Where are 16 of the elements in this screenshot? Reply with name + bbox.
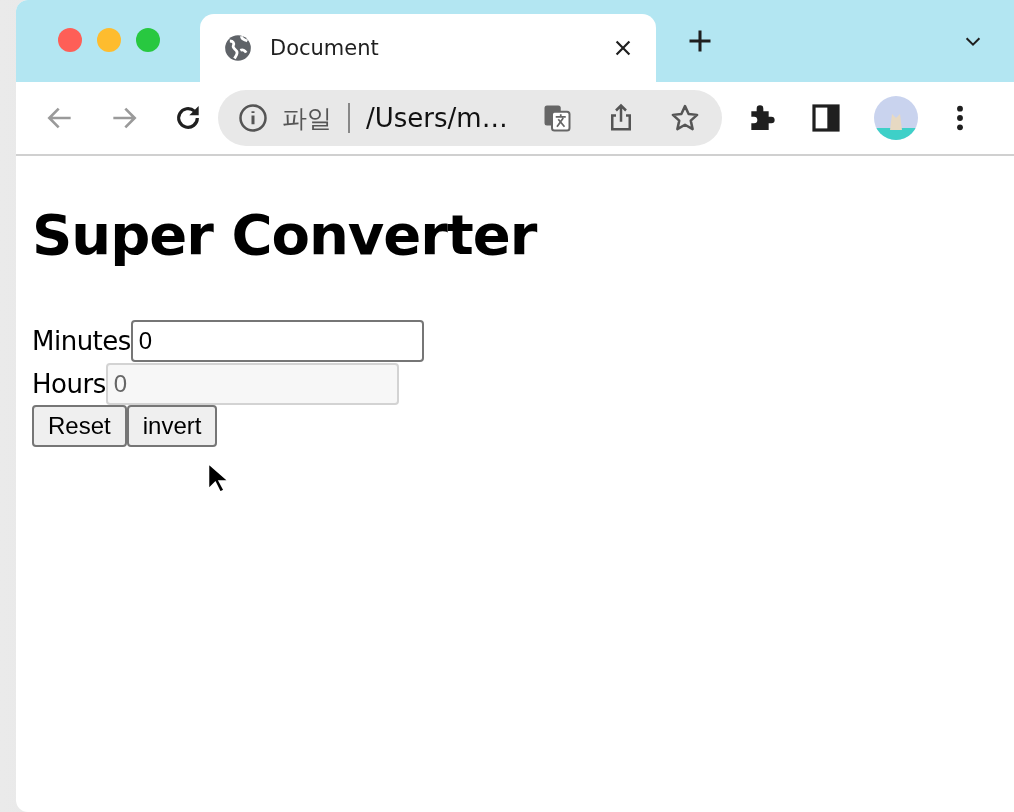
scheme-label: 파일 [282,102,332,135]
field-label: Minutes [32,325,131,356]
globe-icon [224,34,252,62]
page-heading: Super Converter [32,202,539,267]
action-button[interactable]: Reset [32,405,127,447]
star-icon[interactable] [670,103,700,133]
input-field[interactable]: 0 [130,319,424,362]
info-icon[interactable] [238,103,268,133]
browser-tab[interactable]: Document [200,14,656,82]
side-panel-icon[interactable] [810,102,842,134]
url-text: /Users/m… [366,103,508,133]
action-button[interactable]: invert [126,405,218,447]
address-bar[interactable]: 파일 /Users/m… [218,90,722,146]
field-label: Hours [32,368,106,399]
translate-icon[interactable] [542,103,572,133]
tab-title: Document [270,36,379,60]
